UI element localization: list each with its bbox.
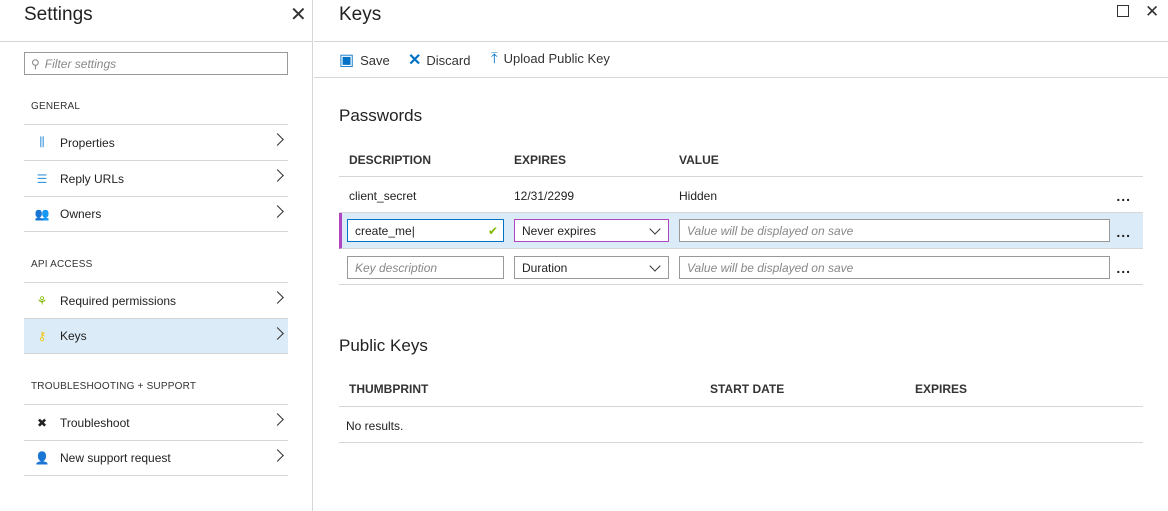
public-keys-title: Public Keys bbox=[339, 336, 428, 355]
sidebar-item-owners[interactable]: 👥 Owners bbox=[24, 196, 288, 232]
duration-dropdown[interactable]: Duration bbox=[514, 256, 669, 279]
key-icon: ⚷ bbox=[37, 329, 47, 343]
check-icon: ✔ bbox=[487, 223, 498, 238]
passwords-header: DESCRIPTION EXPIRES VALUE bbox=[339, 141, 1143, 177]
close-icon[interactable]: ✕ bbox=[1145, 2, 1159, 22]
key-description-input[interactable]: create_me | ✔ bbox=[347, 219, 504, 242]
section-troubleshooting: TROUBLESHOOTING + SUPPORT bbox=[31, 381, 197, 392]
save-button[interactable]: ▣ Save bbox=[339, 50, 390, 70]
chevron-right-icon bbox=[271, 169, 284, 182]
chevron-right-icon bbox=[271, 291, 284, 304]
filter-settings-input[interactable]: ⚲ Filter settings bbox=[24, 52, 288, 75]
no-results-row: No results. bbox=[339, 407, 1143, 443]
properties-icon: ⫼ bbox=[39, 135, 45, 149]
section-api-access: API ACCESS bbox=[31, 259, 93, 270]
table-row-empty: Key description Duration Value will be d… bbox=[339, 249, 1143, 285]
chevron-right-icon bbox=[271, 133, 284, 146]
support-icon: 👤 bbox=[34, 451, 50, 465]
key-description-input[interactable]: Key description bbox=[347, 256, 504, 279]
permissions-icon: ⚘ bbox=[36, 293, 48, 308]
save-icon: ▣ bbox=[339, 52, 355, 69]
sidebar-item-keys[interactable]: ⚷ Keys bbox=[24, 318, 288, 354]
sidebar-item-new-support-request[interactable]: 👤 New support request bbox=[24, 440, 288, 476]
more-icon[interactable]: ... bbox=[1116, 189, 1131, 203]
settings-panel: Settings ✕ ⚲ Filter settings GENERAL ⫼ Pro… bbox=[0, 0, 313, 511]
chevron-right-icon bbox=[271, 413, 284, 426]
sidebar-item-troubleshoot[interactable]: ✖ Troubleshoot bbox=[24, 404, 288, 440]
maximize-icon[interactable] bbox=[1117, 5, 1129, 17]
table-row-new: create_me | ✔ Never expires Value will be … bbox=[339, 213, 1143, 249]
owners-icon: 👥 bbox=[34, 207, 50, 221]
upload-icon: ⤒ bbox=[491, 50, 498, 67]
discard-icon: ✕ bbox=[408, 52, 422, 69]
expires-dropdown[interactable]: Never expires bbox=[514, 219, 669, 242]
list-icon: ☰ bbox=[36, 171, 48, 186]
sidebar-item-reply-urls[interactable]: ☰ Reply URLs bbox=[24, 160, 288, 196]
chevron-right-icon bbox=[271, 205, 284, 218]
search-icon: ⚲ bbox=[31, 56, 40, 71]
value-input[interactable]: Value will be displayed on save bbox=[679, 219, 1110, 242]
table-row: client_secret 12/31/2299 Hidden ... bbox=[339, 177, 1143, 213]
discard-button[interactable]: ✕ Discard bbox=[408, 50, 470, 70]
passwords-title: Passwords bbox=[339, 106, 423, 125]
value-input[interactable]: Value will be displayed on save bbox=[679, 256, 1110, 279]
sidebar-item-properties[interactable]: ⫼ Properties bbox=[24, 124, 288, 160]
chevron-right-icon bbox=[271, 449, 284, 462]
section-general: GENERAL bbox=[31, 101, 81, 112]
sidebar-item-required-permissions[interactable]: ⚘ Required permissions bbox=[24, 282, 288, 318]
close-icon[interactable]: ✕ bbox=[290, 2, 307, 27]
tools-icon: ✖ bbox=[36, 415, 48, 430]
more-icon[interactable]: ... bbox=[1116, 225, 1131, 239]
upload-public-key-button[interactable]: ⤒ Upload Public Key bbox=[491, 50, 610, 67]
settings-title: Settings bbox=[24, 4, 93, 25]
public-keys-header: THUMBPRINT START DATE EXPIRES bbox=[339, 371, 1143, 407]
more-icon[interactable]: ... bbox=[1116, 261, 1131, 275]
chevron-right-icon bbox=[271, 327, 284, 340]
keys-title: Keys bbox=[339, 4, 382, 25]
